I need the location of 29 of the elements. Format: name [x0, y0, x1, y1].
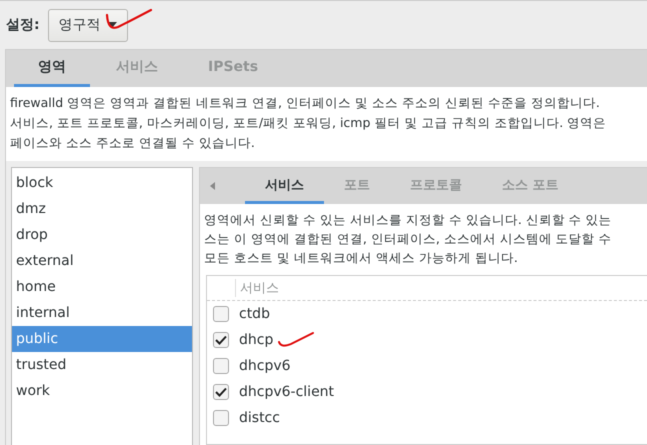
tab[interactable]: 서비스	[245, 168, 324, 204]
checkbox[interactable]	[213, 358, 229, 374]
checkbox[interactable]	[213, 410, 229, 426]
description-text: 서비스, 포트 프로토콜, 마스커레이딩, 포트/패킷 포워딩, icmp 필터 및 고급 규칙의 조합입니다. 영역은	[10, 114, 608, 132]
zone-item[interactable]: work	[12, 378, 192, 404]
settings-label: 설정:	[6, 16, 40, 34]
description-text: 모든 호스트 및 네트워크에서 액세스 가능하게 됩니다.	[204, 249, 519, 267]
description-text: 스는 이 영역에 결합된 연결, 인터페이스, 소스에서 시스템에 도달할 수	[204, 230, 613, 248]
zone-item[interactable]: home	[12, 274, 192, 300]
checkbox[interactable]	[213, 332, 229, 348]
checkbox[interactable]	[213, 384, 229, 400]
zone-item[interactable]: dmz	[12, 196, 192, 222]
service-name: dhcp	[239, 332, 274, 348]
zone-item[interactable]: block	[12, 170, 192, 196]
service-name: dhcpv6-client	[239, 384, 334, 400]
service-name: dhcpv6	[239, 358, 291, 374]
description-text: 페이스와 소스 주소로 연결될 수 있습니다.	[10, 134, 256, 152]
zone-item[interactable]: drop	[12, 222, 192, 248]
zone-item[interactable]: external	[12, 248, 192, 274]
zone-item[interactable]: internal	[12, 300, 192, 326]
scroll-left-icon[interactable]	[210, 182, 215, 190]
settings-dropdown[interactable]: 영구적	[48, 8, 128, 42]
service-name: ctdb	[239, 306, 270, 322]
checkbox[interactable]	[213, 306, 229, 322]
description-text: firewalld 영역은 영역과 결합된 네트워크 연결, 인터페이스 및 소스 주소의 신뢰된 수준을 정의합니다.	[10, 94, 601, 112]
service-name: distcc	[239, 410, 280, 426]
caret-icon	[106, 22, 117, 28]
description-text: 영역에서 신뢰할 수 있는 서비스를 지정할 수 있습니다. 신뢰할 수 있는	[204, 211, 613, 229]
zone-item[interactable]: trusted	[12, 352, 192, 378]
